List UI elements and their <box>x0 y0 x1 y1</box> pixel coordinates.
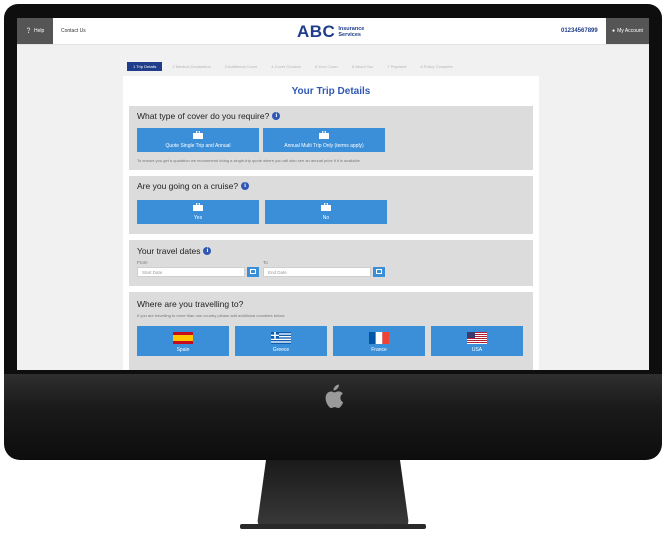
usa-flag-icon <box>467 332 487 344</box>
step-medical-declaration: 2 Medical Declaration <box>172 63 211 69</box>
france-flag-icon <box>369 332 389 344</box>
destination-note: If you are travelling to more than one c… <box>137 313 286 318</box>
help-icon: ❔ <box>25 28 32 34</box>
monitor-chin <box>4 374 662 460</box>
contact-us-link[interactable]: Contact Us <box>61 28 86 34</box>
phone-number[interactable]: 01234567899 <box>561 28 598 34</box>
apple-logo-icon <box>325 384 344 408</box>
country-greece-button[interactable]: Greece <box>235 326 327 356</box>
country-france-label: France <box>371 347 387 353</box>
country-spain-label: Spain <box>176 347 190 353</box>
cover-question: What type of cover do you require? i <box>137 111 281 121</box>
cruise-no-button[interactable]: No <box>265 200 387 224</box>
start-calendar-button[interactable] <box>247 267 259 277</box>
country-usa-label: USA <box>471 347 483 353</box>
destination-section: Where are you travelling to? If you are … <box>129 292 533 370</box>
destination-title: Where are you travelling to? <box>137 299 244 309</box>
calendar-icon <box>250 269 256 274</box>
logo-subtitle: Insurance Services <box>338 26 364 38</box>
step-cover-choices: 4 Cover Choices <box>271 63 301 69</box>
suitcase-icon <box>193 131 203 139</box>
single-trip-button[interactable]: Quote Single Trip and Annual <box>137 128 259 152</box>
monitor-stand <box>240 460 426 529</box>
step-payment: 7 Payment <box>387 63 407 69</box>
greece-flag-icon <box>271 332 291 344</box>
cruise-no-label: No <box>322 215 330 221</box>
cruise-question-text: Are you going on a cruise? <box>137 181 239 191</box>
cover-note: To ensure you get a quotation we recomme… <box>137 158 360 163</box>
suitcase-icon <box>193 203 203 211</box>
country-france-button[interactable]: France <box>333 326 425 356</box>
suitcase-icon <box>319 131 329 139</box>
site-header: ❔ Help Contact Us ABC Insurance Services… <box>17 18 649 45</box>
spain-flag-icon <box>173 332 193 344</box>
start-date-input[interactable]: Start Date <box>137 267 245 277</box>
dates-title: Your travel dates i <box>137 246 212 256</box>
info-icon[interactable]: i <box>203 247 212 255</box>
logo-sub-line2: Services <box>338 32 361 38</box>
info-icon[interactable]: i <box>272 112 281 120</box>
end-calendar-button[interactable] <box>373 267 385 277</box>
calendar-icon <box>376 269 382 274</box>
end-date-input[interactable]: End Date <box>263 267 371 277</box>
help-label: Help <box>33 28 45 34</box>
page-title: Your Trip Details <box>291 86 371 97</box>
annual-multi-trip-label: Annual Multi Trip Only (terms apply) <box>284 143 364 149</box>
cruise-section: Are you going on a cruise? i Yes No <box>129 176 533 234</box>
from-label: From <box>137 260 148 265</box>
step-your-cover: 5 Your Cover <box>314 63 338 69</box>
step-about-you: 6 About You <box>352 63 374 69</box>
step-policy-complete: 8 Policy Complete <box>420 63 453 69</box>
to-label: To <box>263 260 268 265</box>
travel-dates-section: Your travel dates i From Start Date To E… <box>129 240 533 286</box>
help-button[interactable]: ❔ Help <box>17 18 53 44</box>
logo-abc: ABC <box>297 22 336 41</box>
dates-title-text: Your travel dates <box>137 246 201 256</box>
country-usa-button[interactable]: USA <box>431 326 523 356</box>
screen: ❔ Help Contact Us ABC Insurance Services… <box>17 18 649 370</box>
info-icon[interactable]: i <box>241 182 250 190</box>
step-additional-cover: 3 Additional Cover <box>224 63 258 69</box>
country-spain-button[interactable]: Spain <box>137 326 229 356</box>
suitcase-icon <box>321 203 331 211</box>
single-trip-label: Quote Single Trip and Annual <box>165 143 231 149</box>
step-trip-details[interactable]: 1 Trip Details <box>127 61 163 71</box>
my-account-button[interactable]: ● My Account <box>606 18 649 44</box>
annual-multi-trip-button[interactable]: Annual Multi Trip Only (terms apply) <box>263 128 385 152</box>
cover-question-text: What type of cover do you require? <box>137 111 270 121</box>
cruise-question: Are you going on a cruise? i <box>137 181 250 191</box>
progress-steps: 1 Trip Details 2 Medical Declaration 3 A… <box>127 61 467 71</box>
site-logo[interactable]: ABC Insurance Services <box>297 22 364 42</box>
trip-details-panel: Your Trip Details What type of cover do … <box>123 76 539 370</box>
account-label: My Account <box>617 28 643 34</box>
country-greece-label: Greece <box>272 347 290 353</box>
cover-type-section: What type of cover do you require? i Quo… <box>129 106 533 170</box>
user-icon: ● <box>612 28 616 34</box>
cruise-yes-button[interactable]: Yes <box>137 200 259 224</box>
cruise-yes-label: Yes <box>193 215 203 221</box>
